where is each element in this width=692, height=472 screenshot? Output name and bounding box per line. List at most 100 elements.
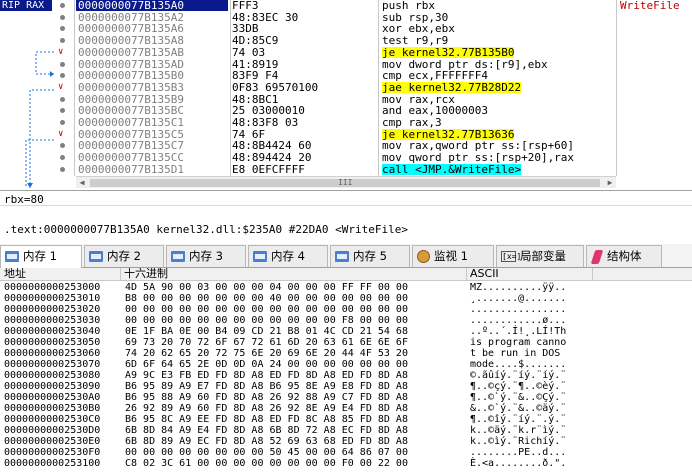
disassembly-row[interactable]: 0000000077B135C1 48:83F8 03 cmp rax,3 — [0, 117, 692, 128]
comment-cell: WriteFile — [620, 0, 680, 12]
dump-row[interactable]: 0000000000253000 4D 5A 90 00 03 00 00 00 … — [0, 282, 692, 294]
dump-row[interactable]: 00000000002530B0 26 92 89 A9 60 FD 8D A8 … — [0, 403, 692, 415]
dump-hex-cell: B6 95 89 A9 E7 FD 8D A8 B6 95 8E A9 E8 F… — [125, 381, 408, 392]
dump-address-cell: 0000000000253020 — [4, 304, 101, 315]
dump-row[interactable]: 0000000000253030 00 00 00 00 00 00 00 00 … — [0, 315, 692, 327]
address-column-header[interactable]: 地址 — [0, 268, 26, 280]
breakpoint-dot-icon[interactable] — [60, 26, 65, 32]
address-cell: 0000000077B135BC — [78, 104, 184, 118]
disassembly-row[interactable]: ∨ 0000000077B135B3 0F83 69570100 jae kernel… — [0, 81, 692, 93]
address-cell: 0000000077B135CC — [78, 151, 184, 165]
tab-5[interactable]: 内存 5 — [330, 245, 410, 267]
dump-ascii-cell: &..©`ý.¨&..©äý.¨ — [470, 403, 567, 414]
breakpoint-dot-icon[interactable] — [60, 38, 65, 44]
dump-row[interactable]: 0000000000253040 0E 1F BA 0E 00 B4 09 CD … — [0, 326, 692, 338]
instruction-cell: je kernel32.77B135B0 — [382, 45, 515, 59]
dump-row[interactable]: 00000000002530C0 B6 95 8C A9 EE FD 8D A8 … — [0, 414, 692, 426]
memory-icon — [171, 251, 185, 262]
address-cell: 0000000077B135A8 — [78, 34, 184, 48]
dump-row[interactable]: 00000000002530D0 6B 8D 84 A9 E4 FD 8D A8 … — [0, 425, 692, 437]
instruction-cell: mov dword ptr ds:[r9],ebx — [382, 57, 548, 71]
disassembly-row[interactable]: 0000000077B135D1 E8 0EFCFFFF call <JMP.&Wr… — [0, 162, 692, 176]
disassembly-pane[interactable]: RIP RAX 0000000077B135A0 FFF3 push rbx Writ… — [0, 0, 692, 190]
breakpoint-dot-icon[interactable] — [60, 166, 65, 172]
dump-row[interactable]: 0000000000253060 74 20 62 65 20 72 75 6E … — [0, 348, 692, 360]
horizontal-scrollbar[interactable]: ◀ III ▶ — [76, 176, 616, 188]
breakpoint-dot-icon[interactable] — [60, 143, 65, 149]
disassembly-row[interactable]: 0000000077B135BC 25 03000010 and eax,10000… — [0, 105, 692, 116]
instruction-cell: je kernel32.77B13636 — [382, 127, 515, 141]
disassembly-row[interactable]: 0000000077B135A6 33DB xor ebx,ebx — [0, 23, 692, 34]
bytes-cell: 48:83EC 30 — [232, 10, 299, 24]
ascii-column-header[interactable]: ASCII — [466, 268, 499, 280]
tab-6[interactable]: 监视 1 — [412, 245, 494, 267]
tab-3[interactable]: 内存 3 — [166, 245, 246, 267]
dump-row[interactable]: 0000000000253070 6D 6F 64 65 2E 0D 0D 0A … — [0, 359, 692, 371]
dump-address-cell: 00000000002530D0 — [4, 425, 101, 436]
disassembly-row[interactable]: 0000000077B135A0 FFF3 push rbx WriteFile — [0, 0, 692, 11]
address-cell: 0000000077B135B0 — [78, 69, 184, 83]
dump-row[interactable]: 0000000000253050 69 73 20 70 72 6F 67 72 … — [0, 337, 692, 349]
disassembly-row[interactable]: 0000000077B135B9 48:8BC1 mov rax,rcx — [0, 94, 692, 105]
disassembly-row[interactable]: ∨ 0000000077B135AB 74 03 je kernel32.77B135… — [0, 45, 692, 59]
memory-dump[interactable]: 地址 十六进制 ASCII 0000000000253000 4D 5A 90 0… — [0, 268, 692, 472]
breakpoint-dot-icon[interactable] — [60, 108, 65, 114]
tab-label: 结构体 — [607, 249, 642, 263]
breakpoint-dot-icon[interactable] — [60, 14, 65, 20]
hex-column-header[interactable]: 十六进制 — [120, 268, 168, 280]
breakpoint-dot-icon[interactable] — [60, 120, 65, 125]
dump-row[interactable]: 00000000002530A0 B6 95 88 A9 60 FD 8D A8 … — [0, 392, 692, 404]
address-cell: 0000000077B135C1 — [78, 116, 184, 129]
tab-7[interactable]: [x=]局部变量 — [496, 245, 584, 267]
scroll-right-icon[interactable]: ▶ — [604, 177, 616, 188]
tab-1[interactable]: 内存 1 — [0, 245, 82, 268]
scroll-left-icon[interactable]: ◀ — [76, 177, 88, 188]
bytes-cell: 83F9 F4 — [232, 69, 279, 83]
tab-label: 内存 3 — [189, 249, 223, 263]
tab-8[interactable]: 结构体 — [586, 245, 662, 267]
breakpoint-dot-icon[interactable] — [60, 61, 65, 67]
bytes-cell: 48:8BC1 — [232, 92, 279, 106]
dump-address-cell: 0000000000253100 — [4, 458, 101, 469]
disassembly-row[interactable]: 0000000077B135CC 48:894424 20 mov qword pt… — [0, 152, 692, 163]
address-cell: 0000000077B135AB — [78, 45, 184, 59]
header-divider — [592, 268, 593, 281]
breakpoint-dot-icon[interactable] — [60, 73, 65, 79]
disassembly-row[interactable]: 0000000077B135C7 48:8B4424 60 mov rax,qwor… — [0, 140, 692, 151]
address-cell: 0000000077B135A0 — [76, 0, 228, 11]
dump-hex-cell: B8 00 00 00 00 00 00 00 40 00 00 00 00 0… — [125, 293, 408, 304]
dump-row[interactable]: 0000000000253020 00 00 00 00 00 00 00 00 … — [0, 304, 692, 316]
disassembly-row[interactable]: 0000000077B135B0 83F9 F4 cmp ecx,FFFFFFF4 — [0, 70, 692, 81]
breakpoint-dot-icon[interactable] — [60, 3, 65, 8]
breakpoint-dot-icon[interactable] — [60, 96, 65, 102]
dump-hex-cell: B6 95 88 A9 60 FD 8D A8 26 92 88 A9 C7 F… — [125, 392, 408, 403]
tab-4[interactable]: 内存 4 — [248, 245, 328, 267]
address-info: .text:0000000077B135A0 kernel32.dll:$235… — [4, 223, 408, 236]
breakpoint-dot-icon[interactable] — [60, 155, 65, 161]
disassembly-row[interactable]: ∨ 0000000077B135C5 74 6F je kernel32.77B136… — [0, 127, 692, 141]
dump-row[interactable]: 0000000000253090 B6 95 89 A9 E7 FD 8D A8 … — [0, 381, 692, 393]
instruction-cell: mov rax,rcx — [382, 92, 455, 106]
info-divider[interactable] — [0, 205, 692, 206]
tab-label: 内存 1 — [23, 249, 57, 263]
tab-2[interactable]: 内存 2 — [84, 245, 164, 267]
dump-ascii-cell: ¶..©îý.¨íý.¨.ý.¨ — [470, 414, 567, 425]
dump-row[interactable]: 00000000002530E0 6B 8D 89 A9 EC FD 8D A8 … — [0, 436, 692, 448]
dump-hex-cell: 00 00 00 00 00 00 00 00 50 45 00 00 64 8… — [125, 447, 408, 458]
dump-address-cell: 00000000002530A0 — [4, 392, 101, 403]
jump-down-icon: ∨ — [58, 81, 64, 92]
dump-hex-cell: 6B 8D 89 A9 EC FD 8D A8 52 69 63 68 ED F… — [125, 436, 408, 447]
bytes-cell: 25 03000010 — [232, 104, 305, 118]
instruction-cell: mov rax,qword ptr ss:[rsp+60] — [382, 139, 575, 153]
dump-row[interactable]: 0000000000253100 C8 02 3C 61 00 00 00 00 … — [0, 458, 692, 470]
disassembly-row[interactable]: 0000000077B135A8 4D:85C9 test r9,r9 — [0, 35, 692, 46]
dump-hex-cell: 00 00 00 00 00 00 00 00 00 00 00 00 00 0… — [125, 304, 408, 315]
dump-row[interactable]: 0000000000253010 B8 00 00 00 00 00 00 00 … — [0, 293, 692, 305]
disassembly-row[interactable]: 0000000077B135A2 48:83EC 30 sub rsp,30 — [0, 12, 692, 23]
instruction-cell: and eax,10000003 — [382, 104, 488, 118]
dump-row[interactable]: 0000000000253080 A9 9C E3 FB ED FD 8D A8 … — [0, 370, 692, 382]
instruction-cell: call <JMP.&WriteFile> — [382, 162, 522, 176]
dump-row[interactable]: 00000000002530F0 00 00 00 00 00 00 00 00 … — [0, 447, 692, 459]
watch-icon — [417, 250, 430, 263]
disassembly-row[interactable]: 0000000077B135AD 41:8919 mov dword ptr ds:… — [0, 59, 692, 70]
